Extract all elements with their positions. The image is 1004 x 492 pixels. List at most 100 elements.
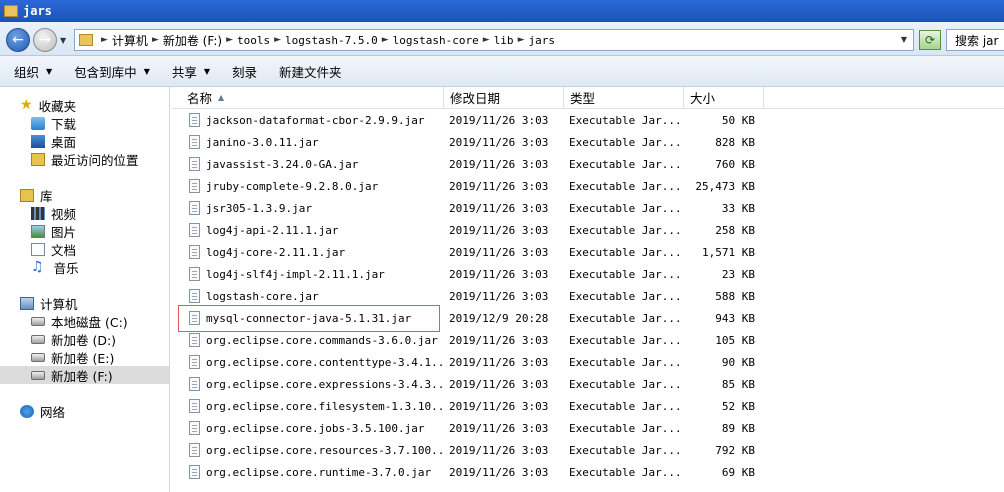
nav-item-drive-f[interactable]: 新加卷 (F:) (0, 366, 169, 384)
drive-icon (31, 334, 45, 344)
file-row[interactable]: jruby-complete-9.2.8.0.jar 2019/11/26 3:0… (171, 175, 1004, 197)
jar-file-icon (189, 421, 200, 435)
file-type: Executable Jar... (569, 377, 682, 391)
file-row[interactable]: org.eclipse.core.expressions-3.4.3... 201… (171, 373, 1004, 395)
breadcrumb-jars[interactable]: jars (528, 34, 555, 47)
nav-item-libraries[interactable]: 库 (20, 186, 53, 204)
breadcrumb-logstash[interactable]: logstash-7.5.0 (285, 34, 378, 47)
file-row[interactable]: janino-3.0.11.jar 2019/11/26 3:03 Executab… (171, 131, 1004, 153)
burn-button[interactable]: 刻录 (232, 62, 257, 81)
file-row[interactable]: log4j-api-2.11.1.jar 2019/11/26 3:03 Execu… (171, 219, 1004, 241)
folder-icon (79, 34, 93, 46)
file-row[interactable]: org.eclipse.core.contenttype-3.4.1... 201… (171, 351, 1004, 373)
organize-button[interactable]: 组织 ▼ (14, 62, 52, 81)
column-header-type[interactable]: 类型 (564, 87, 684, 109)
library-icon (20, 188, 34, 202)
breadcrumb-logstash-core[interactable]: logstash-core (393, 34, 479, 47)
file-name: jackson-dataformat-cbor-2.9.9.jar (206, 113, 425, 127)
file-name-cell: jruby-complete-9.2.8.0.jar (189, 175, 445, 197)
column-header-size[interactable]: 大小 (684, 87, 764, 109)
nav-item-computer[interactable]: 计算机 (20, 294, 78, 312)
breadcrumb-computer[interactable]: 计算机 (112, 32, 148, 49)
file-size: 50 KB (721, 113, 755, 127)
file-name: org.eclipse.core.resources-3.7.100... (206, 443, 445, 457)
jar-file-icon (189, 443, 200, 457)
search-input[interactable]: 搜索 jar (946, 29, 1004, 51)
file-row[interactable]: org.eclipse.core.commands-3.6.0.jar 2019/… (171, 329, 1004, 351)
nav-item-music[interactable]: ♫ 音乐 (31, 258, 79, 276)
file-row[interactable]: org.eclipse.core.filesystem-1.3.10... 201… (171, 395, 1004, 417)
forward-button[interactable]: → (33, 28, 57, 52)
file-name: log4j-slf4j-impl-2.11.1.jar (206, 267, 385, 281)
file-row[interactable]: jsr305-1.3.9.jar 2019/11/26 3:03 Executabl… (171, 197, 1004, 219)
nav-item-drive-e[interactable]: 新加卷 (E:) (31, 348, 114, 366)
chevron-right-icon[interactable]: ► (152, 35, 159, 45)
file-name: org.eclipse.core.jobs-3.5.100.jar (206, 421, 425, 435)
breadcrumb-lib[interactable]: lib (494, 34, 514, 47)
chevron-right-icon[interactable]: ► (518, 35, 525, 45)
share-button[interactable]: 共享 ▼ (172, 62, 210, 81)
nav-item-pictures[interactable]: 图片 (31, 222, 76, 240)
document-icon (31, 242, 45, 256)
new-folder-button[interactable]: 新建文件夹 (279, 62, 342, 81)
nav-item-recent[interactable]: 最近访问的位置 (31, 150, 139, 168)
nav-item-desktop[interactable]: 桌面 (31, 132, 76, 150)
column-header-name[interactable]: 名称 ▲ (171, 87, 444, 109)
chevron-down-icon: ▼ (203, 66, 211, 76)
jar-file-icon (189, 399, 200, 413)
nav-item-network[interactable]: 网络 (20, 402, 65, 420)
chevron-right-icon[interactable]: ► (226, 35, 233, 45)
nav-label: 网络 (40, 404, 66, 420)
file-date: 2019/11/26 3:03 (449, 377, 549, 391)
file-size: 588 KB (715, 289, 755, 303)
refresh-button[interactable]: ⟳ (919, 30, 941, 50)
chevron-down-icon[interactable]: ▼ (901, 35, 907, 44)
file-row[interactable]: org.eclipse.core.runtime-3.7.0.jar 2019/1… (171, 461, 1004, 483)
include-in-library-label: 包含到库中 (74, 64, 137, 80)
nav-label: 音乐 (53, 260, 79, 276)
breadcrumb-drive-f[interactable]: 新加卷 (F:) (163, 32, 222, 49)
file-size: 792 KB (715, 443, 755, 457)
column-label: 名称 (187, 91, 213, 106)
chevron-right-icon[interactable]: ► (483, 35, 490, 45)
highlight-annotation (178, 305, 440, 332)
burn-label: 刻录 (232, 64, 258, 80)
nav-item-drive-d[interactable]: 新加卷 (D:) (31, 330, 116, 348)
file-name-cell: log4j-slf4j-impl-2.11.1.jar (189, 263, 445, 285)
file-row[interactable]: org.eclipse.core.resources-3.7.100... 201… (171, 439, 1004, 461)
file-name-cell: org.eclipse.core.commands-3.6.0.jar (189, 329, 445, 351)
file-date: 2019/11/26 3:03 (449, 465, 549, 479)
jar-file-icon (189, 465, 200, 479)
file-row[interactable]: logstash-core.jar 2019/11/26 3:03 Executab… (171, 285, 1004, 307)
address-bar[interactable]: ► 计算机 ► 新加卷 (F:) ► tools ► logstash-7.5.… (74, 29, 914, 51)
jar-file-icon (189, 289, 200, 303)
chevron-right-icon[interactable]: ► (382, 35, 389, 45)
nav-item-documents[interactable]: 文档 (31, 240, 76, 258)
file-row[interactable]: log4j-slf4j-impl-2.11.1.jar 2019/11/26 3:… (171, 263, 1004, 285)
file-size: 69 KB (721, 465, 755, 479)
history-dropdown-icon[interactable]: ▼ (60, 36, 66, 45)
nav-item-downloads[interactable]: 下载 (31, 114, 76, 132)
file-type: Executable Jar... (569, 223, 682, 237)
nav-item-favorites[interactable]: ★ 收藏夹 (20, 96, 76, 114)
organize-label: 组织 (14, 64, 40, 80)
include-in-library-button[interactable]: 包含到库中 ▼ (74, 62, 150, 81)
file-date: 2019/11/26 3:03 (449, 333, 549, 347)
chevron-right-icon[interactable]: ► (274, 35, 281, 45)
chevron-right-icon[interactable]: ► (101, 35, 108, 45)
column-header-date[interactable]: 修改日期 (444, 87, 564, 109)
file-date: 2019/11/26 3:03 (449, 267, 549, 281)
nav-item-drive-c[interactable]: 本地磁盘 (C:) (31, 312, 128, 330)
jar-file-icon (189, 201, 200, 215)
file-row[interactable]: jackson-dataformat-cbor-2.9.9.jar 2019/11… (171, 109, 1004, 131)
share-label: 共享 (171, 64, 197, 80)
file-date: 2019/11/26 3:03 (449, 245, 549, 259)
file-row[interactable]: org.eclipse.core.jobs-3.5.100.jar 2019/11… (171, 417, 1004, 439)
back-button[interactable]: ← (6, 28, 30, 52)
nav-item-videos[interactable]: 视频 (31, 204, 76, 222)
breadcrumb-tools[interactable]: tools (237, 34, 270, 47)
file-row[interactable]: log4j-core-2.11.1.jar 2019/11/26 3:03 Exec… (171, 241, 1004, 263)
column-label: 大小 (690, 91, 716, 106)
title-bar[interactable]: jars (0, 0, 1004, 22)
file-row[interactable]: javassist-3.24.0-GA.jar 2019/11/26 3:03 Ex… (171, 153, 1004, 175)
